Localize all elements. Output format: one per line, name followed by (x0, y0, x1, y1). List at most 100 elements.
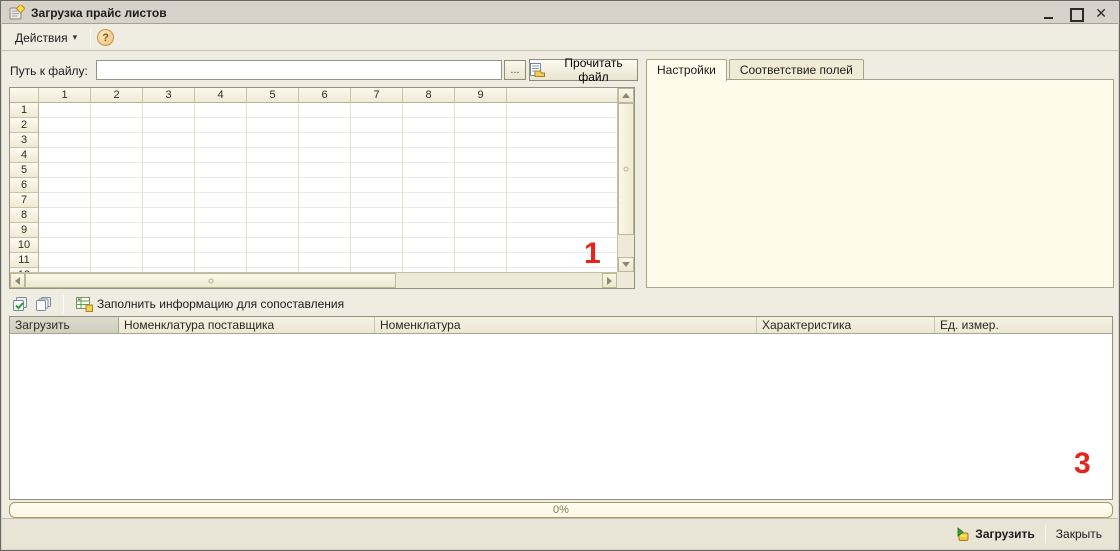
grid-row-header[interactable]: 6 (10, 178, 39, 193)
grid-cell[interactable] (455, 238, 507, 253)
grid-row-header[interactable]: 5 (10, 163, 39, 178)
grid-row-header[interactable]: 9 (10, 223, 39, 238)
grid-cell[interactable] (247, 103, 299, 118)
grid-cell[interactable] (403, 238, 455, 253)
grid-cell[interactable] (403, 148, 455, 163)
grid-cell[interactable] (455, 208, 507, 223)
grid-cell[interactable] (351, 133, 403, 148)
grid-vertical-scrollbar[interactable] (617, 88, 634, 272)
scroll-right-icon[interactable] (602, 273, 617, 288)
grid-cell[interactable] (143, 178, 195, 193)
grid-cell[interactable] (247, 193, 299, 208)
grid-cell[interactable] (299, 253, 351, 268)
grid-cell[interactable] (39, 208, 91, 223)
grid-cell[interactable] (39, 148, 91, 163)
grid-cell[interactable] (299, 103, 351, 118)
grid-column-header[interactable]: 8 (403, 88, 455, 103)
grid-cell[interactable] (403, 223, 455, 238)
grid-cell[interactable] (351, 178, 403, 193)
grid-cell[interactable] (247, 208, 299, 223)
grid-cell[interactable] (247, 118, 299, 133)
grid-cell[interactable] (403, 178, 455, 193)
grid-cells[interactable]: 123456789123456789101112 (10, 88, 617, 272)
grid-row-header[interactable]: 2 (10, 118, 39, 133)
grid-cell[interactable] (455, 103, 507, 118)
grid-column-header[interactable]: 6 (299, 88, 351, 103)
grid-cell[interactable] (247, 163, 299, 178)
grid-row-header[interactable]: 1 (10, 103, 39, 118)
grid-cell[interactable] (195, 253, 247, 268)
grid-cell[interactable] (39, 103, 91, 118)
price-sheet-grid[interactable]: 123456789123456789101112 (9, 87, 635, 289)
grid-corner-cell[interactable] (10, 88, 39, 103)
grid-cell[interactable] (299, 238, 351, 253)
grid-cell[interactable] (91, 253, 143, 268)
select-all-icon[interactable] (9, 294, 29, 314)
grid-cell[interactable] (195, 118, 247, 133)
grid-cell[interactable] (195, 178, 247, 193)
grid-cell[interactable] (39, 118, 91, 133)
grid-cell[interactable] (195, 223, 247, 238)
grid-column-header[interactable]: 4 (195, 88, 247, 103)
grid-row-header[interactable]: 11 (10, 253, 39, 268)
grid-cell[interactable] (299, 148, 351, 163)
grid-cell[interactable] (247, 253, 299, 268)
grid-cell[interactable] (403, 118, 455, 133)
grid-cell[interactable] (195, 238, 247, 253)
grid-cell[interactable] (403, 193, 455, 208)
clear-selection-icon[interactable] (33, 294, 53, 314)
vertical-scroll-thumb[interactable] (618, 103, 634, 235)
grid-column-header[interactable]: 5 (247, 88, 299, 103)
grid-cell[interactable] (91, 148, 143, 163)
grid-cell[interactable] (39, 133, 91, 148)
grid-cell[interactable] (195, 193, 247, 208)
grid-cell[interactable] (143, 133, 195, 148)
mapping-column-header[interactable]: Загрузить (10, 317, 119, 333)
grid-cell[interactable] (403, 133, 455, 148)
scroll-left-icon[interactable] (10, 273, 25, 288)
grid-cell[interactable] (143, 118, 195, 133)
grid-cell[interactable] (39, 163, 91, 178)
mapping-column-header[interactable]: Номенклатура поставщика (119, 317, 375, 333)
read-file-button[interactable]: Прочитать файл (529, 59, 638, 81)
grid-cell[interactable] (403, 163, 455, 178)
grid-cell[interactable] (403, 253, 455, 268)
grid-cell[interactable] (455, 178, 507, 193)
grid-row-header[interactable]: 4 (10, 148, 39, 163)
grid-cell[interactable] (143, 163, 195, 178)
grid-cell[interactable] (143, 253, 195, 268)
grid-cell[interactable] (403, 208, 455, 223)
close-button[interactable]: Закрыть (1048, 524, 1110, 544)
grid-row-header[interactable]: 8 (10, 208, 39, 223)
scroll-down-icon[interactable] (618, 257, 634, 272)
grid-cell[interactable] (91, 193, 143, 208)
grid-column-header[interactable]: 2 (91, 88, 143, 103)
grid-cell[interactable] (143, 103, 195, 118)
fill-info-button[interactable]: Заполнить информацию для сопоставления (74, 294, 346, 314)
grid-cell[interactable] (195, 133, 247, 148)
grid-cell[interactable] (351, 193, 403, 208)
horizontal-scroll-thumb[interactable] (25, 273, 396, 288)
grid-cell[interactable] (299, 178, 351, 193)
grid-cell[interactable] (39, 193, 91, 208)
grid-cell[interactable] (195, 163, 247, 178)
close-icon[interactable]: ✕ (1095, 7, 1107, 19)
grid-cell[interactable] (91, 163, 143, 178)
grid-cell[interactable] (247, 178, 299, 193)
scroll-up-icon[interactable] (618, 88, 634, 103)
grid-cell[interactable] (351, 103, 403, 118)
grid-cell[interactable] (91, 103, 143, 118)
grid-cell[interactable] (91, 178, 143, 193)
mapping-column-header[interactable]: Номенклатура (375, 317, 757, 333)
grid-cell[interactable] (143, 223, 195, 238)
grid-cell[interactable] (351, 118, 403, 133)
grid-cell[interactable] (247, 148, 299, 163)
grid-cell[interactable] (455, 118, 507, 133)
grid-cell[interactable] (143, 193, 195, 208)
actions-menu[interactable]: Действия ▾ (8, 28, 84, 48)
grid-cell[interactable] (351, 223, 403, 238)
mapping-column-header[interactable]: Характеристика (757, 317, 935, 333)
grid-cell[interactable] (91, 238, 143, 253)
grid-cell[interactable] (91, 208, 143, 223)
grid-column-header[interactable]: 1 (39, 88, 91, 103)
